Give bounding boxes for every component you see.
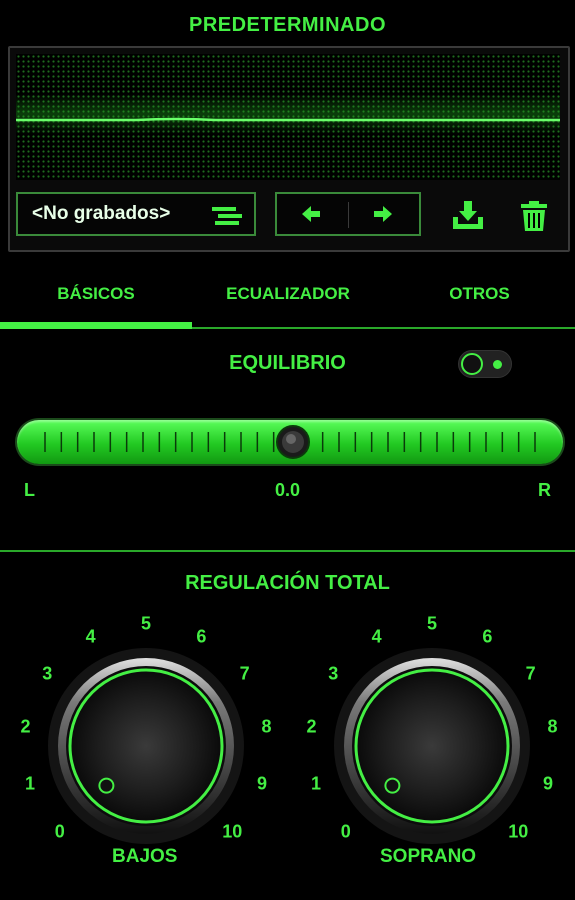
section-divider	[0, 550, 575, 552]
tab-bar: BÁSICOS ECUALIZADOR OTROS	[0, 270, 575, 332]
tab-basicos[interactable]: BÁSICOS	[0, 284, 192, 304]
treble-knob-label: SOPRANO	[380, 846, 477, 867]
save-preset-button[interactable]	[450, 198, 486, 234]
arrow-left-icon	[302, 206, 320, 222]
preset-selector[interactable]: <No grabados>	[16, 192, 256, 236]
preset-title: PREDETERMINADO	[188, 14, 386, 36]
knob-scale-label: 2	[20, 716, 31, 737]
knob-scale-label: 10	[222, 821, 243, 842]
total-title: REGULACIÓN TOTAL	[185, 572, 390, 594]
bass-knob-group: 0 1 2 3 4 5 6 7 8 9 10	[10, 600, 280, 880]
knob-scale-label: 8	[547, 716, 558, 737]
knob-indicator-dot	[384, 777, 401, 794]
knob-scale-label: 4	[85, 626, 96, 647]
knob-scale-label: 5	[426, 613, 438, 634]
knob-scale-label: 0	[340, 821, 351, 842]
knob-scale-label: 6	[196, 626, 207, 647]
list-menu-icon	[212, 206, 242, 232]
arrow-right-icon	[374, 206, 392, 222]
active-tab-indicator	[0, 322, 192, 329]
balance-slider[interactable]	[17, 420, 563, 464]
knob-scale-label: 2	[306, 716, 317, 737]
balance-right-label: R	[538, 480, 551, 500]
knob-scale-label: 9	[543, 773, 554, 794]
eq-curve-display	[16, 54, 560, 180]
eq-curve	[16, 94, 560, 134]
download-icon	[453, 201, 483, 229]
balance-value: 0.0	[274, 480, 301, 500]
knob-indicator-dot	[98, 777, 115, 794]
preset-panel: <No grabados>	[8, 46, 570, 252]
preset-nav	[275, 192, 421, 236]
knob-scale-label: 1	[24, 773, 35, 794]
previous-preset-button[interactable]	[277, 194, 347, 234]
knob-scale-label: 7	[525, 663, 536, 684]
knob-scale-label: 10	[508, 821, 529, 842]
trash-icon	[521, 201, 547, 231]
knob-scale-label: 3	[328, 663, 339, 684]
knob-scale-label: 3	[42, 663, 53, 684]
knob-scale-label: 4	[371, 626, 382, 647]
balance-toggle[interactable]	[458, 350, 512, 378]
knob-scale-label: 9	[257, 773, 268, 794]
knob-scale-label: 0	[54, 821, 65, 842]
next-preset-button[interactable]	[349, 194, 419, 234]
bass-knob-label: BAJOS	[112, 846, 178, 867]
treble-knob-group: 0 1 2 3 4 5 6 7 8 9 10	[296, 600, 566, 880]
tab-otros[interactable]: OTROS	[384, 284, 575, 304]
knob-scale-label: 6	[482, 626, 493, 647]
delete-preset-button[interactable]	[516, 198, 552, 234]
toggle-on-indicator	[493, 360, 502, 369]
slider-thumb[interactable]	[276, 425, 310, 459]
toggle-knob	[461, 353, 483, 375]
knob-scale-label: 5	[140, 613, 152, 634]
knob-scale-label: 7	[239, 663, 250, 684]
knob-scale-label: 8	[261, 716, 272, 737]
preset-selected-label: <No grabados>	[32, 203, 171, 224]
tab-ecualizador[interactable]: ECUALIZADOR	[192, 284, 384, 304]
slider-track	[44, 425, 536, 459]
knob-scale-label: 1	[310, 773, 321, 794]
